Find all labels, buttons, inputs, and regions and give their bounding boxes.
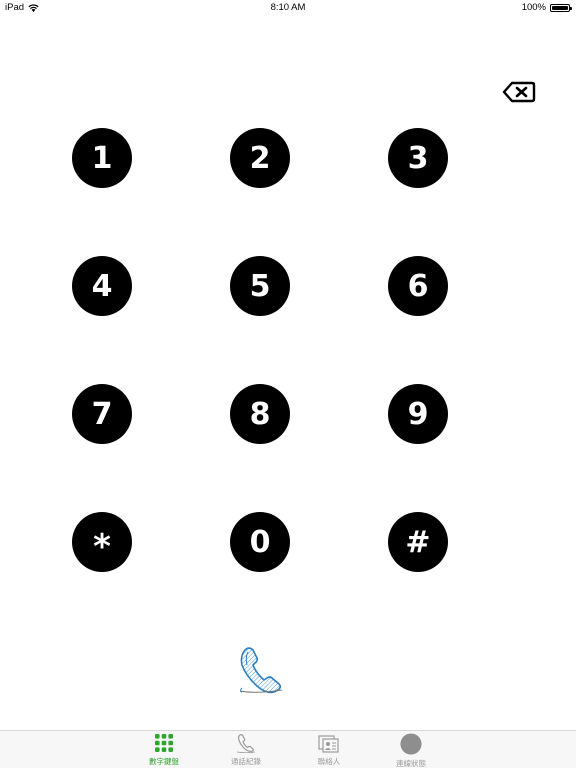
- keypad-icon: [153, 733, 175, 753]
- key-4[interactable]: 4: [72, 256, 132, 316]
- battery-icon: [550, 3, 572, 12]
- key-label: 8: [249, 396, 271, 432]
- key-label: 2: [249, 140, 271, 176]
- call-button[interactable]: [236, 644, 286, 696]
- key-star[interactable]: *: [72, 512, 132, 572]
- key-2[interactable]: 2: [230, 128, 290, 188]
- key-label: 5: [249, 268, 271, 304]
- key-9[interactable]: 9: [388, 384, 448, 444]
- contacts-icon: [318, 733, 340, 753]
- tab-bar: 數字鍵盤 通話紀錄 聯絡人 連線狀態: [0, 730, 576, 768]
- tab-connection-status[interactable]: 連線狀態: [381, 733, 441, 768]
- connection-status-icon: [400, 733, 422, 755]
- key-label: 1: [91, 140, 113, 176]
- key-6[interactable]: 6: [388, 256, 448, 316]
- tab-contacts[interactable]: 聯絡人: [299, 733, 359, 767]
- call-history-icon: [235, 733, 257, 753]
- status-right: 100%: [521, 2, 572, 13]
- tab-label: 數字鍵盤: [149, 757, 179, 766]
- tab-label: 聯絡人: [317, 757, 341, 766]
- tab-keypad[interactable]: 數字鍵盤: [134, 733, 194, 767]
- key-0[interactable]: 0: [230, 512, 290, 572]
- key-3[interactable]: 3: [388, 128, 448, 188]
- key-label: 4: [91, 268, 113, 304]
- key-label: #: [405, 524, 431, 560]
- phone-handset-icon: [239, 647, 283, 694]
- key-label: 9: [407, 396, 429, 432]
- battery-percent: 100%: [521, 2, 546, 13]
- backspace-icon: [502, 81, 536, 103]
- status-time: 8:10 AM: [270, 2, 306, 13]
- key-7[interactable]: 7: [72, 384, 132, 444]
- tab-label: 通話紀錄: [231, 757, 261, 766]
- key-hash[interactable]: #: [388, 512, 448, 572]
- key-5[interactable]: 5: [230, 256, 290, 316]
- tab-call-history[interactable]: 通話紀錄: [216, 733, 276, 767]
- key-8[interactable]: 8: [230, 384, 290, 444]
- key-1[interactable]: 1: [72, 128, 132, 188]
- key-label: *: [93, 527, 111, 567]
- key-label: 0: [249, 524, 271, 560]
- battery-fill: [552, 5, 568, 10]
- status-bar: iPad 8:10 AM 100%: [0, 0, 576, 16]
- key-label: 3: [407, 140, 429, 176]
- backspace-button[interactable]: [502, 80, 536, 104]
- tab-label: 連線狀態: [396, 759, 426, 768]
- key-label: 6: [407, 268, 429, 304]
- key-label: 7: [91, 396, 113, 432]
